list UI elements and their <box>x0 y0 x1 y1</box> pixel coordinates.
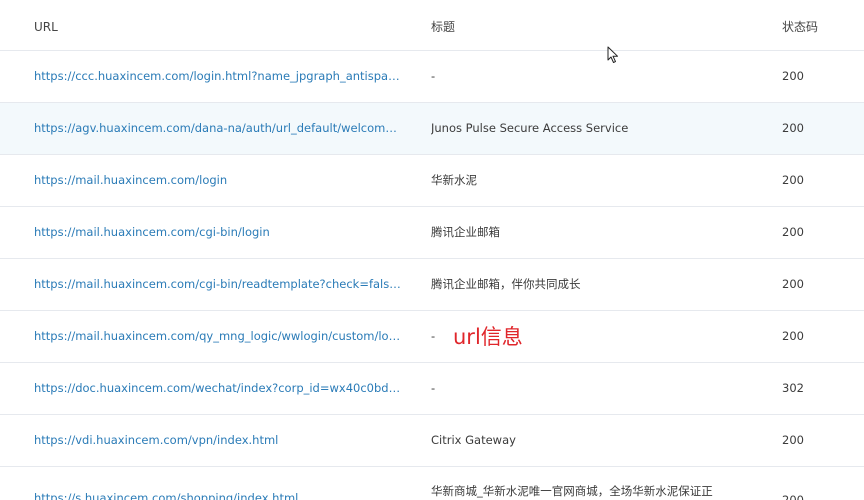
column-header-status[interactable]: 状态码 <box>782 0 852 50</box>
page-title-cell: Citrix Gateway <box>431 433 516 447</box>
status-code-cell: 200 <box>782 493 804 500</box>
url-link[interactable]: https://mail.huaxincem.com/cgi-bin/login <box>34 207 402 258</box>
status-code-cell: 200 <box>782 225 804 239</box>
status-code-cell: 302 <box>782 381 804 395</box>
url-link[interactable]: https://s.huaxincem.com/shopping/index.h… <box>34 491 402 500</box>
table-row[interactable]: https://doc.huaxincem.com/wechat/index?c… <box>0 363 864 415</box>
table-row[interactable]: https://mail.huaxincem.com/qy_mng_logic/… <box>0 311 864 363</box>
url-link[interactable]: https://mail.huaxincem.com/cgi-bin/readt… <box>34 259 402 310</box>
table-row[interactable]: https://mail.huaxincem.com/cgi-bin/login… <box>0 207 864 259</box>
page-title-cell: 华新商城_华新水泥唯一官网商城，全场华新水泥保证正 <box>431 484 713 498</box>
table-header: URL 标题 状态码 <box>0 0 864 51</box>
url-link[interactable]: https://mail.huaxincem.com/qy_mng_logic/… <box>34 311 402 362</box>
page-title-cell: 腾讯企业邮箱 <box>431 225 500 239</box>
red-annotation-label: url信息 <box>453 325 523 349</box>
table-row[interactable]: https://vdi.huaxincem.com/vpn/index.html… <box>0 415 864 467</box>
page-title-cell: 华新水泥 <box>431 173 477 187</box>
status-code-cell: 200 <box>782 121 804 135</box>
url-link[interactable]: https://ccc.huaxincem.com/login.html?nam… <box>34 51 402 102</box>
url-link[interactable]: https://vdi.huaxincem.com/vpn/index.html <box>34 415 402 466</box>
table-row[interactable]: https://agv.huaxincem.com/dana-na/auth/u… <box>0 103 864 155</box>
url-link[interactable]: https://agv.huaxincem.com/dana-na/auth/u… <box>34 103 402 154</box>
status-code-cell: 200 <box>782 277 804 291</box>
page-title-cell: - <box>431 69 436 83</box>
page-title-cell: 腾讯企业邮箱，伴你共同成长 <box>431 277 581 291</box>
table-row[interactable]: https://mail.huaxincem.com/login 华新水泥 20… <box>0 155 864 207</box>
status-code-cell: 200 <box>782 433 804 447</box>
column-header-title[interactable]: 标题 <box>431 0 771 50</box>
status-code-cell: 200 <box>782 329 804 343</box>
table-row[interactable]: https://mail.huaxincem.com/cgi-bin/readt… <box>0 259 864 311</box>
page-title-cell: - <box>431 381 436 395</box>
column-header-url[interactable]: URL <box>34 0 402 50</box>
table-row[interactable]: https://ccc.huaxincem.com/login.html?nam… <box>0 51 864 103</box>
url-link[interactable]: https://doc.huaxincem.com/wechat/index?c… <box>34 363 402 414</box>
status-code-cell: 200 <box>782 69 804 83</box>
table-row[interactable]: https://s.huaxincem.com/shopping/index.h… <box>0 467 864 500</box>
status-code-cell: 200 <box>782 173 804 187</box>
url-link[interactable]: https://mail.huaxincem.com/login <box>34 155 402 206</box>
arrow-cursor-icon <box>607 46 618 63</box>
page-title-cell: Junos Pulse Secure Access Service <box>431 121 629 135</box>
url-results-table: URL 标题 状态码 https://ccc.huaxincem.com/log… <box>0 0 864 500</box>
